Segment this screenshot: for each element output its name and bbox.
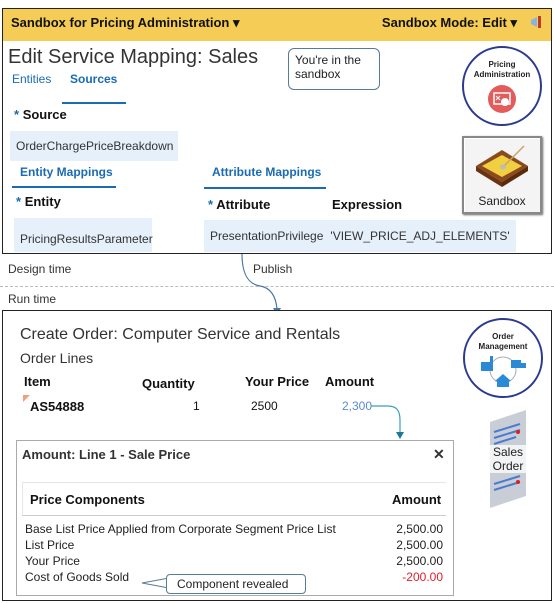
attribute-header-text: Attribute [216, 197, 271, 212]
component-row-label: List Price [25, 538, 75, 552]
sandbox-button-label: Sandbox [478, 194, 526, 208]
attribute-row[interactable]: PresentationPrivilege 'VIEW_PRICE_ADJ_EL… [204, 220, 516, 252]
badge-line2: Administration [473, 70, 531, 79]
order-fulfillment-icon [481, 356, 526, 387]
order-management-badge: Order Management [463, 318, 543, 398]
close-icon[interactable]: ✕ [433, 446, 445, 463]
col-price-components: Price Components [30, 492, 145, 507]
amount-drilldown-arrow-icon [371, 405, 404, 439]
line-your-price: 2500 [251, 399, 278, 413]
sandbox-button[interactable]: Sandbox [462, 136, 542, 214]
dialog-title: Amount: Line 1 - Sale Price [22, 447, 191, 462]
badge-line1: Order [492, 332, 514, 341]
col-your-price: Your Price [245, 374, 310, 389]
expression-column-header: Expression [332, 197, 403, 212]
component-row-amount: 2,500.00 [396, 538, 443, 552]
component-row-label: Base List Price Applied from Corporate S… [25, 522, 336, 536]
source-label: * Source [14, 107, 67, 122]
component-revealed-callout: Component revealed [166, 574, 306, 594]
page-title: Edit Service Mapping: Sales [8, 46, 259, 68]
attribute-column-header: * Attribute [208, 197, 270, 212]
sandbox-mode-selector[interactable]: Sandbox Mode: Edit ▾ [382, 15, 517, 31]
megaphone-icon[interactable] [529, 14, 545, 30]
col-component-amount: Amount [392, 492, 442, 507]
publish-arrow-icon [241, 254, 281, 315]
col-item: Item [24, 374, 51, 389]
sandbox-banner: Sandbox for Pricing Administration ▾ San… [3, 9, 551, 41]
required-star: * [16, 194, 22, 209]
expression-value: 'VIEW_PRICE_ADJ_ELEMENTS' [330, 229, 510, 243]
sales-order-line2: Order [492, 459, 524, 473]
badge-line2: Management [478, 342, 528, 351]
pricing-administration-badge: Pricing Administration [462, 46, 542, 126]
component-row-amount: 2,500.00 [396, 522, 443, 536]
col-amount: Amount [325, 374, 375, 389]
component-row-label: Your Price [25, 554, 80, 568]
source-value[interactable]: OrderChargePriceBreakdown [10, 131, 178, 161]
attribute-mappings-tab[interactable]: Attribute Mappings [212, 165, 321, 179]
col-quantity: Quantity [142, 376, 195, 391]
order-lines-heading: Order Lines [20, 350, 94, 366]
price-list-icon [488, 85, 516, 113]
attribute-value: PresentationPrivilege [210, 229, 324, 243]
component-row-amount: 2,500.00 [396, 554, 443, 568]
sales-order-label: Sales Order [484, 445, 532, 473]
line-amount-link[interactable]: 2,300 [342, 399, 372, 413]
tab-entities[interactable]: Entities [12, 72, 51, 86]
tab-sources[interactable]: Sources [70, 72, 117, 86]
line-item[interactable]: AS54888 [30, 399, 84, 414]
run-time-label: Run time [8, 292, 57, 306]
entity-mappings-tab[interactable]: Entity Mappings [20, 165, 113, 179]
sales-order-line1: Sales [492, 445, 524, 459]
attribute-mappings-underline [204, 187, 326, 189]
source-label-text: Source [22, 107, 67, 122]
required-star: * [208, 197, 214, 212]
entity-mappings-underline [12, 186, 116, 188]
line-quantity: 1 [193, 399, 200, 413]
component-row-amount-negative: -200.00 [402, 570, 443, 584]
design-time-label: Design time [8, 262, 72, 276]
item-flag-icon [23, 395, 30, 402]
sandbox-callout: You're in the sandbox [288, 48, 380, 90]
entity-label-text: Entity [24, 194, 61, 209]
entity-label: * Entity [16, 194, 61, 209]
required-star: * [14, 107, 20, 122]
order-title: Create Order: Computer Service and Renta… [20, 326, 341, 343]
active-tab-indicator [62, 102, 126, 104]
component-row-label: Cost of Goods Sold [25, 570, 130, 584]
badge-line1: Pricing [488, 60, 516, 69]
sandbox-icon [476, 145, 528, 187]
entity-value[interactable]: PricingResultsParameter [14, 218, 153, 252]
sandbox-selector[interactable]: Sandbox for Pricing Administration ▾ [11, 15, 240, 31]
